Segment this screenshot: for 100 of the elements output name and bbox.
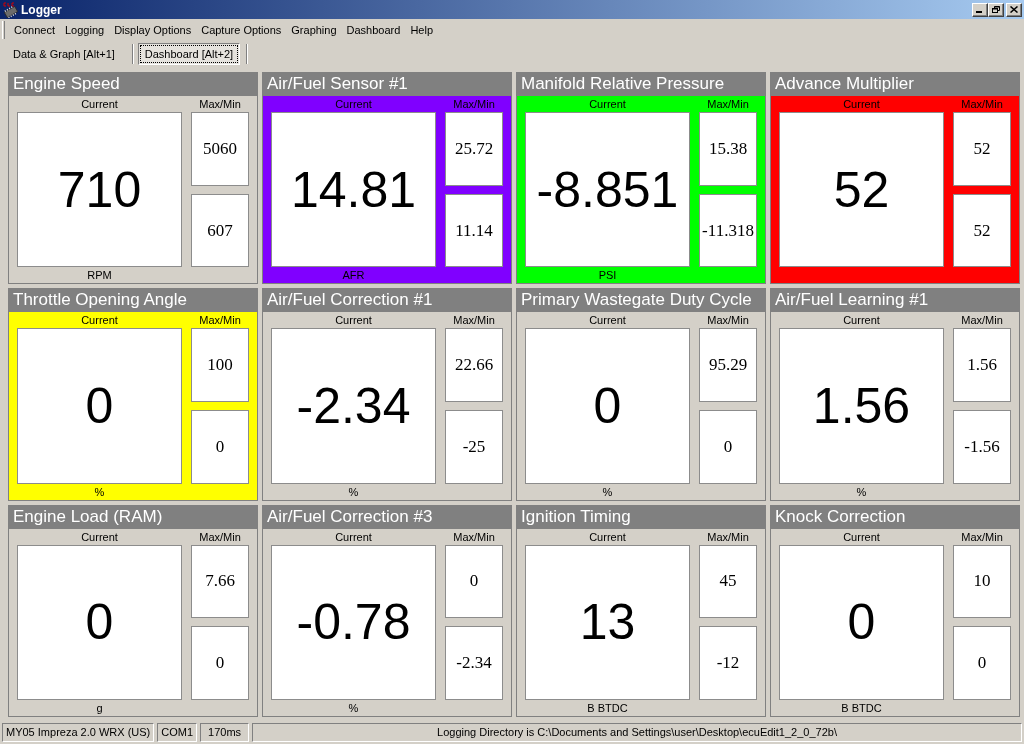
max-min-label: Max/Min bbox=[707, 97, 749, 112]
gauge-title: Advance Multiplier bbox=[770, 72, 1020, 96]
logging-directory-status: Logging Directory is C:\Documents and Settings\user\Desktop\ecuEdit1_2_0_72b\ bbox=[252, 722, 1022, 742]
max-value: 25.72 bbox=[445, 112, 503, 186]
restore-button[interactable] bbox=[988, 2, 1004, 17]
current-value: 0 bbox=[17, 328, 182, 484]
max-min-label: Max/Min bbox=[707, 313, 749, 329]
menu-item[interactable]: Connect bbox=[9, 22, 60, 38]
interval-status: 170ms bbox=[200, 722, 250, 742]
gauge-title: Air/Fuel Correction #3 bbox=[262, 504, 512, 529]
min-value: 0 bbox=[191, 626, 249, 700]
current-label: Current bbox=[589, 97, 626, 112]
current-label: Current bbox=[843, 97, 880, 112]
gauge-title: Primary Wastegate Duty Cycle bbox=[516, 288, 766, 313]
current-value: 1.56 bbox=[779, 328, 944, 484]
current-value: 0 bbox=[17, 544, 182, 700]
gauge-title: Throttle Opening Angle bbox=[8, 288, 258, 313]
max-value: 95.29 bbox=[699, 328, 757, 402]
min-value: 11.14 bbox=[445, 193, 503, 268]
min-value: 607 bbox=[191, 193, 249, 268]
current-value: 710 bbox=[17, 112, 182, 268]
min-value: -1.56 bbox=[953, 410, 1011, 484]
close-icon bbox=[1010, 6, 1018, 13]
gauge-title: Manifold Relative Pressure bbox=[516, 72, 766, 96]
window-title: Logger bbox=[21, 2, 63, 17]
unit-label: PSI bbox=[598, 268, 617, 284]
unit-label: % bbox=[348, 701, 359, 716]
min-value: 0 bbox=[191, 410, 249, 484]
gauge-title: Air/Fuel Learning #1 bbox=[770, 288, 1020, 313]
unit-label: g bbox=[96, 701, 103, 716]
menu-item[interactable]: Help bbox=[405, 22, 438, 38]
max-min-label: Max/Min bbox=[961, 529, 1003, 545]
min-value: -11.318 bbox=[699, 193, 757, 268]
current-value: 0 bbox=[779, 544, 944, 700]
current-value: -2.34 bbox=[271, 328, 436, 484]
unit-label: % bbox=[856, 484, 867, 500]
restore-icon bbox=[992, 6, 1000, 13]
menu-item[interactable]: Graphing bbox=[286, 22, 342, 38]
min-value: 0 bbox=[953, 626, 1011, 700]
current-label: Current bbox=[335, 529, 372, 545]
unit-label: AFR bbox=[342, 268, 365, 284]
max-value: 7.66 bbox=[191, 544, 249, 619]
max-min-label: Max/Min bbox=[453, 313, 495, 329]
gauge-title: Engine Load (RAM) bbox=[8, 504, 258, 529]
current-label: Current bbox=[81, 313, 118, 329]
max-value: 45 bbox=[699, 544, 757, 619]
current-value: 52 bbox=[779, 112, 944, 268]
gauge-title: Air/Fuel Sensor #1 bbox=[262, 72, 512, 96]
max-min-label: Max/Min bbox=[453, 97, 495, 112]
min-value: -2.34 bbox=[445, 626, 503, 700]
unit-label: % bbox=[602, 484, 613, 500]
unit-label: B BTDC bbox=[841, 701, 882, 716]
grip-handle[interactable] bbox=[2, 21, 5, 39]
current-label: Current bbox=[843, 529, 880, 545]
gauge-title: Air/Fuel Correction #1 bbox=[262, 288, 512, 313]
gauge-title: Knock Correction bbox=[770, 504, 1020, 529]
current-label: Current bbox=[81, 529, 118, 545]
min-value: -12 bbox=[699, 626, 757, 700]
close-button[interactable] bbox=[1006, 2, 1022, 17]
minimize-button[interactable] bbox=[972, 2, 988, 17]
current-value: 13 bbox=[525, 544, 690, 700]
menu-item[interactable]: Dashboard bbox=[341, 22, 406, 38]
max-value: 5060 bbox=[191, 112, 249, 186]
unit-label: % bbox=[348, 484, 359, 500]
max-min-label: Max/Min bbox=[707, 529, 749, 545]
current-value: 14.81 bbox=[271, 112, 436, 268]
current-label: Current bbox=[589, 313, 626, 329]
max-value: 22.66 bbox=[445, 328, 503, 402]
current-value: 0 bbox=[525, 328, 690, 484]
min-value: 0 bbox=[699, 410, 757, 484]
chip-icon bbox=[3, 1, 19, 18]
max-min-label: Max/Min bbox=[961, 97, 1003, 112]
gauge-title: Ignition Timing bbox=[516, 504, 766, 529]
menu-item[interactable]: Display Options bbox=[109, 22, 197, 38]
current-label: Current bbox=[589, 529, 626, 545]
max-value: 10 bbox=[953, 544, 1011, 619]
unit-label: % bbox=[94, 484, 105, 500]
current-label: Current bbox=[335, 97, 372, 112]
max-value: 100 bbox=[191, 328, 249, 402]
max-value: 52 bbox=[953, 112, 1011, 186]
current-label: Current bbox=[81, 97, 118, 112]
current-value: -8.851 bbox=[525, 112, 690, 268]
port-status: COM1 bbox=[157, 722, 198, 742]
menu-item[interactable]: Logging bbox=[60, 22, 110, 38]
menu-item[interactable]: Capture Options bbox=[196, 22, 287, 38]
current-label: Current bbox=[843, 313, 880, 329]
current-value: -0.78 bbox=[271, 544, 436, 700]
vehicle-status: MY05 Impreza 2.0 WRX (US) bbox=[2, 722, 155, 742]
max-value: 15.38 bbox=[699, 112, 757, 186]
max-min-label: Max/Min bbox=[961, 313, 1003, 329]
gauge-title: Engine Speed bbox=[8, 72, 258, 96]
max-value: 1.56 bbox=[953, 328, 1011, 402]
max-min-label: Max/Min bbox=[199, 529, 241, 545]
tab[interactable]: Dashboard [Alt+2] bbox=[137, 43, 241, 65]
max-value: 0 bbox=[445, 544, 503, 619]
min-value: 52 bbox=[953, 193, 1011, 268]
max-min-label: Max/Min bbox=[199, 313, 241, 329]
min-value: -25 bbox=[445, 410, 503, 484]
unit-label: RPM bbox=[87, 268, 112, 284]
tab[interactable]: Data & Graph [Alt+1] bbox=[2, 41, 126, 67]
